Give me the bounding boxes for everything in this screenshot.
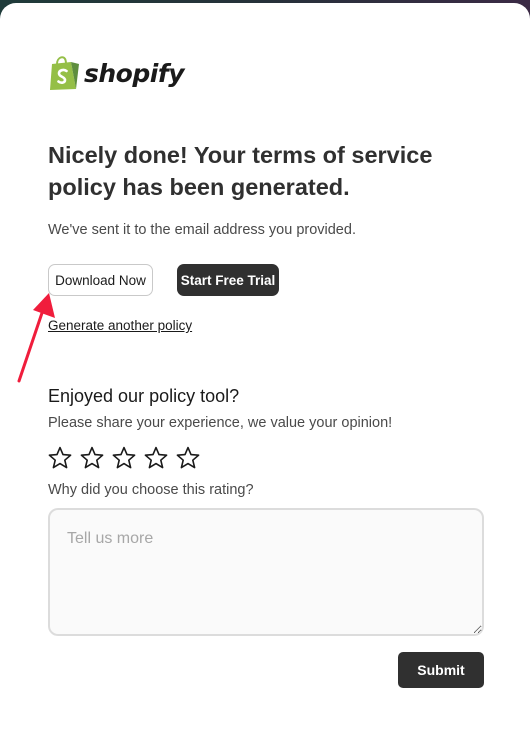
star-3-icon[interactable] [112,446,136,470]
red-arrow-icon [17,293,55,383]
feedback-subtitle: Please share your experience, we value y… [48,415,393,431]
download-now-button[interactable]: Download Now [48,264,153,296]
confirmation-text: We've sent it to the email address you p… [48,222,356,238]
rating-reason-label: Why did you choose this rating? [48,482,254,498]
start-free-trial-button[interactable]: Start Free Trial [177,264,279,296]
shopping-bag-logo-icon [50,56,79,90]
feedback-comment-field[interactable] [48,508,484,636]
star-5-icon[interactable] [176,446,200,470]
star-1-icon[interactable] [48,446,72,470]
shopify-logo: shopify [48,54,185,92]
policy-generated-dialog: shopify Nicely done! Your terms of servi… [0,3,530,743]
brand-name: shopify [84,58,185,88]
star-rating [48,446,200,470]
submit-button[interactable]: Submit [398,652,484,688]
star-4-icon[interactable] [144,446,168,470]
generate-another-policy-link[interactable]: Generate another policy [48,318,192,333]
page-title: Nicely done! Your terms of service polic… [48,142,433,200]
star-2-icon[interactable] [80,446,104,470]
feedback-title: Enjoyed our policy tool? [48,386,240,406]
